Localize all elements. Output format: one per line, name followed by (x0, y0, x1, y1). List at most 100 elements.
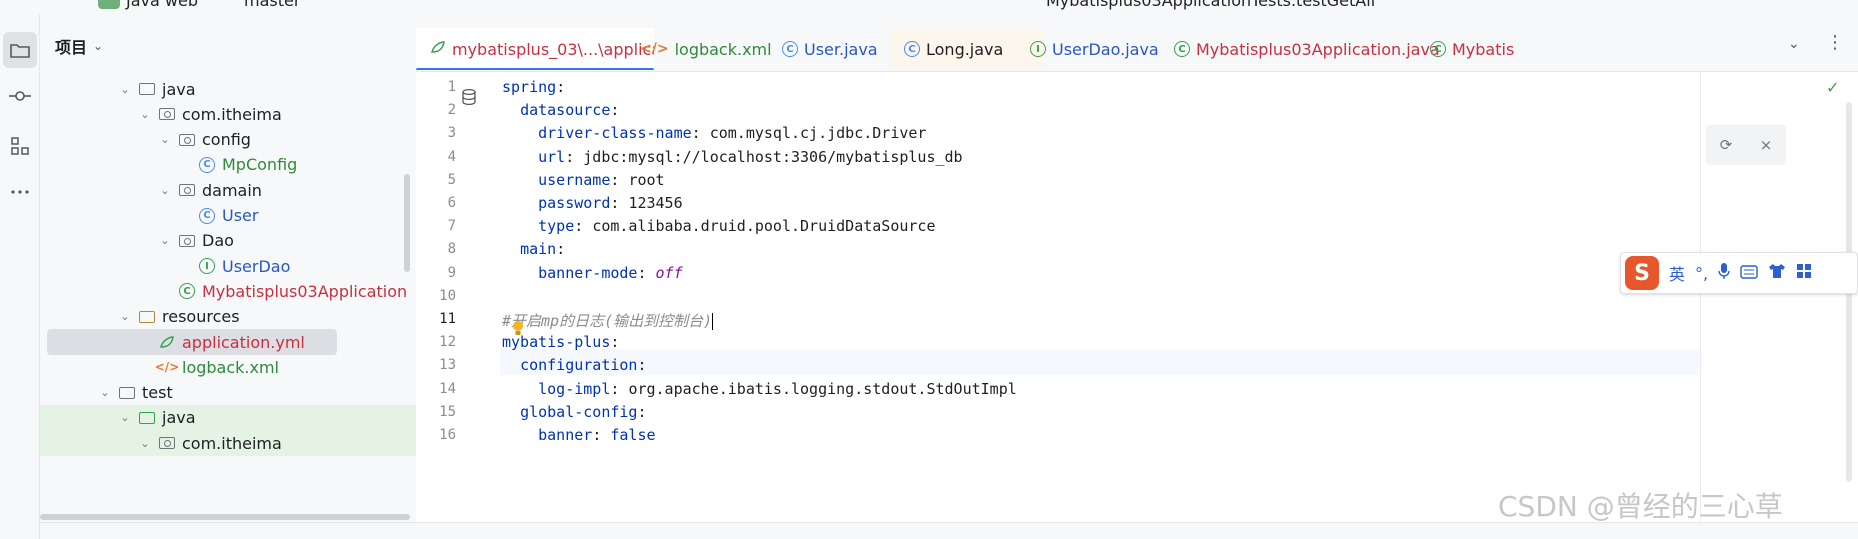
project-name[interactable]: Java web (126, 0, 198, 10)
code-line[interactable]: datasource: (502, 101, 619, 119)
line-number-gutter: 1 2 3 4 5 6 7 8 9 10 11 12 13 14 15 16 (416, 72, 500, 539)
project-scrollbar[interactable] (404, 174, 410, 272)
yaml-separator: : (592, 426, 611, 444)
class-icon: C (782, 41, 798, 57)
tree-item[interactable]: ⌄ java (40, 76, 416, 102)
tree-item-label: UserDao (222, 256, 291, 276)
commit-icon[interactable] (0, 78, 40, 114)
ime-mode[interactable]: 英 (1669, 261, 1685, 285)
resources-folder-icon (138, 309, 156, 325)
code-line[interactable]: password: 123456 (502, 194, 683, 212)
title-bar: Java web master Mybatisplus03Application… (0, 0, 1858, 14)
code-line[interactable]: username: root (502, 170, 665, 189)
branch-name[interactable]: master (244, 0, 300, 10)
line-number: 14 (439, 380, 456, 397)
tree-item[interactable]: ⌄ java (40, 404, 416, 431)
yaml-key: banner (538, 426, 593, 444)
code-line[interactable]: log-impl: org.apache.ibatis.logging.stdo… (502, 380, 1017, 398)
yaml-key: datasource (520, 101, 611, 120)
ime-logo[interactable]: S (1625, 256, 1659, 290)
chevron-down-icon[interactable]: ⌄ (158, 133, 172, 146)
tree-item[interactable]: C Mybatisplus03Application (40, 278, 416, 304)
more-icon[interactable] (0, 174, 40, 210)
package-icon (158, 435, 176, 451)
code-line[interactable]: type: com.alibaba.druid.pool.DruidDataSo… (502, 217, 935, 235)
tree-item[interactable]: C MpConfig (40, 152, 416, 178)
yaml-separator: : (610, 170, 629, 189)
tree-item[interactable]: ⌄ com.itheima (40, 101, 416, 127)
editor-tab[interactable]: mybatisplus_03\...\application.yml× (416, 28, 654, 70)
tree-item[interactable]: </> logback.xml (40, 354, 416, 380)
yaml-spring-icon (158, 334, 176, 350)
chevron-down-icon[interactable]: ⌄ (98, 386, 112, 399)
chevron-down-icon[interactable]: ⌄ (118, 411, 132, 424)
yaml-separator: : (556, 78, 566, 96)
chevron-down-icon[interactable]: ⌄ (158, 234, 172, 247)
code-line[interactable]: banner: false (502, 426, 655, 444)
chevron-down-icon[interactable]: ⌄ (138, 108, 152, 121)
project-horizontal-scrollbar[interactable] (40, 514, 410, 520)
refresh-icon[interactable]: ⟳ (1720, 136, 1733, 154)
yaml-value: root (628, 170, 665, 189)
tree-item[interactable]: ⌄ resources (40, 304, 416, 330)
tree-item[interactable]: application.yml (40, 329, 416, 355)
tree-item[interactable]: ⌄ test (40, 380, 416, 406)
keyboard-icon[interactable] (1740, 264, 1758, 283)
spring-boot-class-icon: C (1174, 41, 1190, 57)
project-panel: 项目 ⌄ ⌄ java ⌄ com.itheima ⌄ config C MpConfig ⌄ d… (40, 14, 416, 539)
tree-item-label: com.itheima (182, 104, 282, 124)
project-panel-title: 项目 (55, 38, 88, 57)
shirt-icon[interactable] (1768, 263, 1786, 283)
chevron-down-icon[interactable]: ⌄ (138, 437, 152, 450)
project-badge[interactable] (98, 0, 120, 9)
code-line[interactable]: #开启mp的日志(输出到控制台) (502, 310, 714, 331)
close-icon[interactable]: × (1760, 136, 1773, 154)
ime-punct[interactable]: °, (1695, 264, 1708, 283)
chevron-down-icon[interactable]: ⌄ (118, 83, 132, 96)
spring-boot-class-icon: C (178, 283, 196, 300)
more-vertical-icon[interactable]: ⋮ (1826, 32, 1844, 53)
database-icon[interactable] (462, 88, 476, 109)
chevron-down-icon[interactable]: ⌄ (93, 39, 103, 53)
tool-window-stripe (0, 14, 40, 539)
interface-icon: I (198, 258, 216, 275)
chevron-down-icon[interactable]: ⌄ (118, 310, 132, 323)
tree-item[interactable]: ⌄ Dao (40, 228, 416, 254)
tree-item[interactable]: I UserDao (40, 253, 416, 279)
chevron-down-icon[interactable]: ⌄ (158, 184, 172, 197)
tree-item-label: damain (202, 180, 262, 200)
code-line[interactable]: global-config: (502, 403, 646, 421)
tree-item[interactable]: C User (40, 203, 416, 229)
source-folder-icon (138, 410, 156, 426)
tree-item-label: logback.xml (182, 357, 279, 377)
tree-item[interactable]: ⌄ damain (40, 177, 416, 203)
code-line[interactable]: driver-class-name: com.mysql.cj.jdbc.Dri… (502, 124, 926, 142)
structure-icon[interactable] (0, 128, 40, 164)
package-icon (178, 233, 196, 249)
tree-item[interactable]: ⌄ com.itheima (40, 430, 416, 457)
xml-icon: </> (154, 360, 180, 375)
line-number: 6 (447, 195, 456, 211)
mic-icon[interactable] (1718, 262, 1730, 284)
yaml-comment: #开启mp的日志(输出到控制台) (502, 312, 713, 330)
tree-item[interactable]: ⌄ config (40, 127, 416, 153)
chevron-down-icon[interactable]: ⌄ (1788, 36, 1800, 52)
editor-tab[interactable]: C Mybatisplus03Application.java (1160, 28, 1444, 70)
code-line[interactable]: url: jdbc:mysql://localhost:3306/mybatis… (502, 148, 962, 166)
code-line[interactable]: configuration: (502, 356, 646, 374)
run-config-name[interactable]: Mybatisplus03ApplicationTests.testGetAll (1046, 0, 1375, 10)
code-line[interactable]: spring: (502, 78, 565, 96)
floating-action-panel: ⟳ × (1706, 125, 1786, 165)
folder-icon[interactable] (3, 32, 37, 68)
code-editor[interactable]: 1 2 3 4 5 6 7 8 9 10 11 12 13 14 15 16 spring: datasour… (416, 72, 1858, 539)
editor-tab[interactable]: C Mybatis (1416, 28, 1526, 70)
lightbulb-icon[interactable] (512, 320, 524, 342)
project-panel-header[interactable]: 项目 ⌄ (40, 34, 103, 58)
grid-icon[interactable] (1796, 263, 1812, 283)
code-line[interactable]: banner-mode: off (502, 264, 683, 282)
code-line[interactable]: main: (502, 240, 565, 258)
folder-icon (118, 385, 136, 401)
tree-item-label: java (162, 408, 196, 428)
yaml-separator: : (637, 263, 656, 282)
